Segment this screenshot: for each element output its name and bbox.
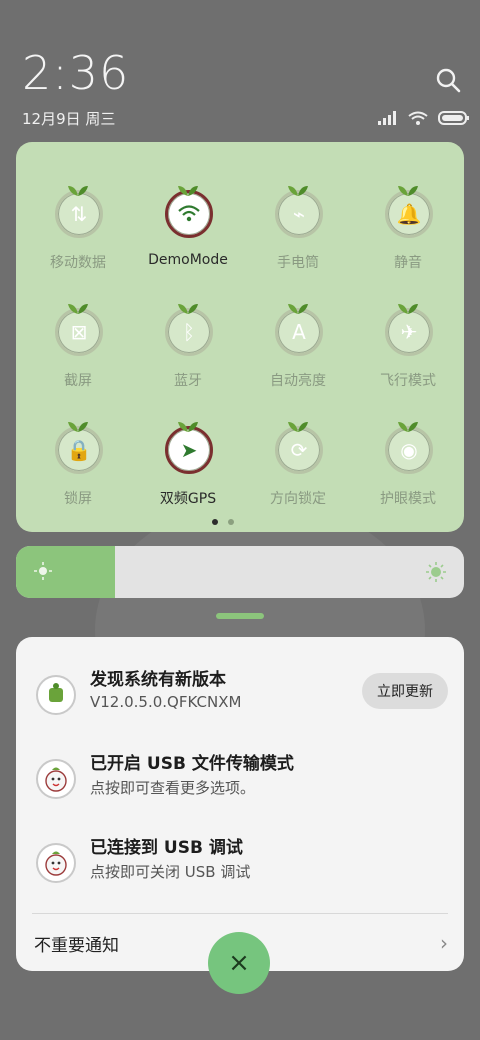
unimportant-notifications-link[interactable]: 不重要通知	[34, 931, 119, 956]
tile-button[interactable]: ⇅	[55, 190, 103, 238]
usb-app-icon	[36, 759, 76, 799]
page-dot-2[interactable]	[228, 519, 234, 525]
tile-bluetooth[interactable]: ᛒ 蓝牙	[138, 274, 238, 389]
clear-all-button[interactable]: ×	[208, 932, 270, 994]
gps-icon: ➤	[180, 438, 198, 462]
tile-screenshot[interactable]: ⊠ 截屏	[28, 274, 128, 389]
eye-icon: ◉	[400, 438, 418, 462]
page-dot-1[interactable]	[212, 519, 218, 525]
page-indicator	[212, 519, 234, 525]
leaf-decoration-icon	[286, 299, 310, 314]
tile-label: 双频GPS	[159, 491, 217, 507]
notification-subtitle: V12.0.5.0.QFKCNXM	[90, 693, 242, 711]
leaf-decoration-icon	[396, 417, 420, 432]
leaf-decoration-icon	[396, 181, 420, 196]
notification-title: 发现系统有新版本	[90, 670, 226, 690]
tile-label: DemoMode	[148, 252, 228, 268]
leaf-decoration-icon	[66, 417, 90, 432]
notification-subtitle: 点按即可查看更多选项。	[90, 779, 256, 797]
status-icons	[378, 110, 470, 126]
tile-button[interactable]: 🔒	[55, 426, 103, 474]
brightness-slider[interactable]	[16, 546, 464, 598]
leaf-decoration-icon	[286, 417, 310, 432]
tile-flashlight[interactable]: ⌁ 手电筒	[248, 156, 348, 271]
divider	[32, 913, 448, 914]
tile-label: 锁屏	[64, 491, 92, 507]
tile-gps[interactable]: ➤ 双频GPS	[138, 392, 238, 507]
tile-button[interactable]: ⟳	[275, 426, 323, 474]
mobile-data-icon: ⇅	[70, 202, 88, 226]
leaf-decoration-icon	[286, 181, 310, 196]
usb-debug-app-icon	[36, 843, 76, 883]
tile-button[interactable]	[165, 190, 213, 238]
screenshot-icon: ⊠	[70, 320, 88, 344]
brightness-fill	[16, 546, 115, 598]
tile-eye[interactable]: ◉ 护眼模式	[358, 392, 458, 507]
signal-icon	[378, 111, 396, 125]
notification-system-update[interactable]: 发现系统有新版本 V12.0.5.0.QFKCNXM 立即更新	[16, 665, 464, 735]
leaf-decoration-icon	[66, 181, 90, 196]
tile-button[interactable]: ⌁	[275, 190, 323, 238]
leaf-decoration-icon	[396, 299, 420, 314]
tile-button[interactable]: ◉	[385, 426, 433, 474]
lock-icon: 🔒	[66, 438, 92, 462]
notification-title: 已连接到 USB 调试	[90, 838, 243, 858]
tile-label: 蓝牙	[174, 373, 202, 389]
date: 12月9日 周三	[22, 110, 116, 128]
drag-handle[interactable]	[216, 613, 264, 619]
notification-title: 已开启 USB 文件传输模式	[90, 754, 294, 774]
chevron-right-icon[interactable]: ›	[440, 931, 448, 955]
tile-label: 护眼模式	[380, 491, 436, 507]
leaf-decoration-icon	[176, 181, 200, 196]
tile-wifi[interactable]: DemoMode	[138, 156, 238, 268]
leaf-decoration-icon	[176, 299, 200, 314]
flashlight-icon: ⌁	[292, 202, 306, 226]
search-icon[interactable]	[434, 66, 462, 94]
tile-label: 截屏	[64, 373, 92, 389]
notification-usb-debug[interactable]: 已连接到 USB 调试 点按即可关闭 USB 调试	[16, 833, 464, 903]
auto-brightness-icon: A	[292, 320, 306, 344]
tile-button[interactable]: ✈	[385, 308, 433, 356]
bell-icon: 🔔	[396, 202, 422, 226]
tile-rotation-lock[interactable]: ⟳ 方向锁定	[248, 392, 348, 507]
tile-label: 手电筒	[277, 255, 319, 271]
tile-button[interactable]: 🔔	[385, 190, 433, 238]
tile-label: 静音	[394, 255, 422, 271]
tile-button[interactable]: ᛒ	[165, 308, 213, 356]
tile-label: 飞行模式	[380, 373, 436, 389]
airplane-icon: ✈	[400, 320, 418, 344]
notification-subtitle: 点按即可关闭 USB 调试	[90, 863, 251, 881]
tile-label: 方向锁定	[270, 491, 326, 507]
wifi-icon	[168, 193, 210, 235]
wifi-status-icon	[408, 111, 428, 125]
system-update-icon	[36, 675, 76, 715]
tile-bell[interactable]: 🔔 静音	[358, 156, 458, 271]
notification-usb-transfer[interactable]: 已开启 USB 文件传输模式 点按即可查看更多选项。	[16, 749, 464, 819]
quick-settings-panel: ⇅ 移动数据 DemoMode ⌁ 手电筒 🔔 静音 ⊠ 截屏 ᛒ 蓝牙 A 自动亮度 ✈ 飞行模式 🔒 锁屏 ➤…	[16, 142, 464, 532]
tile-label: 移动数据	[50, 255, 106, 271]
tile-button[interactable]: ⊠	[55, 308, 103, 356]
tile-airplane[interactable]: ✈ 飞行模式	[358, 274, 458, 389]
rotation-lock-icon: ⟳	[290, 438, 308, 462]
tile-button[interactable]: ➤	[165, 426, 213, 474]
brightness-low-icon	[34, 562, 52, 584]
battery-icon	[438, 111, 469, 125]
update-now-button[interactable]: 立即更新	[362, 673, 448, 709]
tile-lock[interactable]: 🔒 锁屏	[28, 392, 128, 507]
tile-button[interactable]: A	[275, 308, 323, 356]
bluetooth-icon: ᛒ	[183, 320, 195, 344]
brightness-high-icon	[426, 562, 446, 586]
notification-card: 发现系统有新版本 V12.0.5.0.QFKCNXM 立即更新 已开启 USB …	[16, 637, 464, 971]
clock: 2:36	[22, 46, 130, 100]
leaf-decoration-icon	[66, 299, 90, 314]
tile-label: 自动亮度	[270, 373, 326, 389]
tile-auto-brightness[interactable]: A 自动亮度	[248, 274, 348, 389]
leaf-decoration-icon	[176, 417, 200, 432]
tile-mobile-data[interactable]: ⇅ 移动数据	[28, 156, 128, 271]
